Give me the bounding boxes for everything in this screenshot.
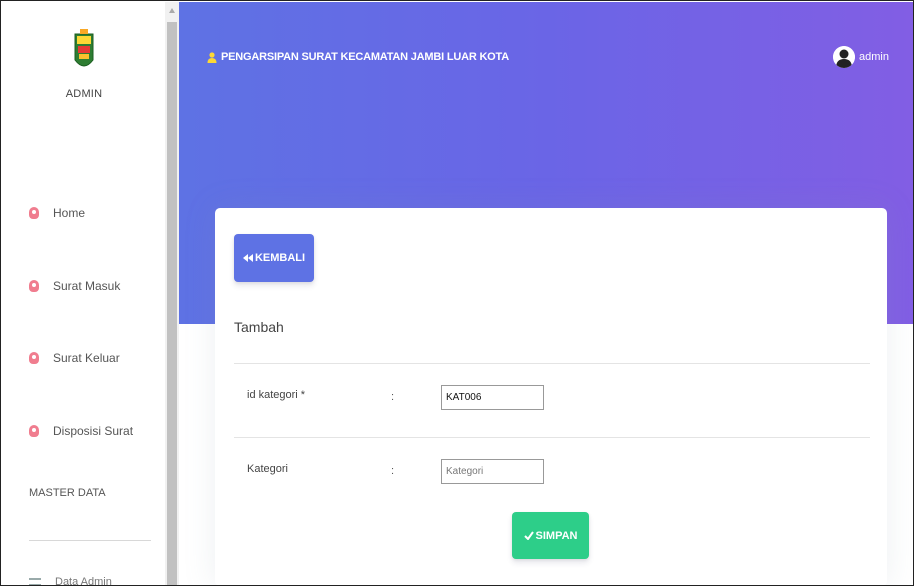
id-kategori-label: id kategori * bbox=[247, 389, 306, 401]
app-window: ADMIN Home Surat Masuk Surat Keluar Disp… bbox=[0, 0, 914, 586]
sidebar-item-data-admin[interactable]: Data Admin bbox=[29, 576, 112, 586]
page-title: PENGARSIPAN SURAT KECAMATAN JAMBI LUAR K… bbox=[207, 51, 509, 63]
divider bbox=[234, 363, 870, 364]
sidebar-item-label: Surat Masuk bbox=[53, 279, 121, 293]
sidebar-item-label: Home bbox=[53, 206, 86, 220]
username-label: admin bbox=[859, 51, 889, 63]
field-colon: : bbox=[391, 465, 395, 477]
scrollbar-thumb[interactable] bbox=[167, 22, 177, 585]
sidebar-item-surat-keluar[interactable]: Surat Keluar bbox=[29, 351, 120, 365]
sidebar-item-home[interactable]: Home bbox=[29, 206, 85, 220]
avatar-icon bbox=[833, 46, 855, 68]
user-pin-icon bbox=[29, 352, 39, 364]
user-pin-icon bbox=[29, 280, 39, 292]
divider bbox=[234, 437, 870, 438]
scroll-up-arrow-icon[interactable] bbox=[169, 8, 175, 13]
kategori-input[interactable] bbox=[441, 459, 544, 484]
sidebar-item-label: Data Admin bbox=[55, 576, 112, 586]
logo-emblem-icon bbox=[73, 28, 95, 74]
save-button[interactable]: SIMPAN bbox=[512, 512, 589, 559]
user-pin-icon bbox=[29, 425, 39, 437]
back-button[interactable]: KEMBALI bbox=[234, 234, 314, 282]
sidebar-item-label: Surat Keluar bbox=[53, 351, 120, 365]
user-pin-icon bbox=[29, 207, 39, 219]
back-button-label: KEMBALI bbox=[254, 252, 306, 264]
sidebar-divider bbox=[29, 540, 151, 541]
field-colon: : bbox=[391, 391, 395, 403]
section-label-master-data: MASTER DATA bbox=[29, 487, 106, 499]
sidebar-item-disposisi-surat[interactable]: Disposisi Surat bbox=[29, 424, 133, 438]
logo-label: ADMIN bbox=[65, 88, 103, 100]
sidebar-item-label: Disposisi Surat bbox=[53, 424, 134, 438]
list-icon bbox=[29, 578, 41, 585]
check-icon bbox=[523, 531, 534, 540]
id-kategori-input[interactable] bbox=[441, 385, 544, 410]
user-icon bbox=[207, 51, 217, 63]
kategori-label: Kategori bbox=[247, 463, 288, 475]
double-chevron-left-icon bbox=[242, 254, 253, 262]
sidebar: ADMIN Home Surat Masuk Surat Keluar Disp… bbox=[2, 2, 165, 586]
sidebar-item-surat-masuk[interactable]: Surat Masuk bbox=[29, 279, 120, 293]
sidebar-scrollbar[interactable] bbox=[165, 2, 179, 585]
app-title: PENGARSIPAN SURAT KECAMATAN JAMBI LUAR K… bbox=[221, 51, 509, 63]
save-button-label: SIMPAN bbox=[535, 529, 578, 542]
sidebar-brand[interactable]: ADMIN bbox=[50, 28, 118, 100]
form-title: Tambah bbox=[234, 319, 284, 335]
user-menu[interactable]: admin bbox=[833, 46, 889, 68]
